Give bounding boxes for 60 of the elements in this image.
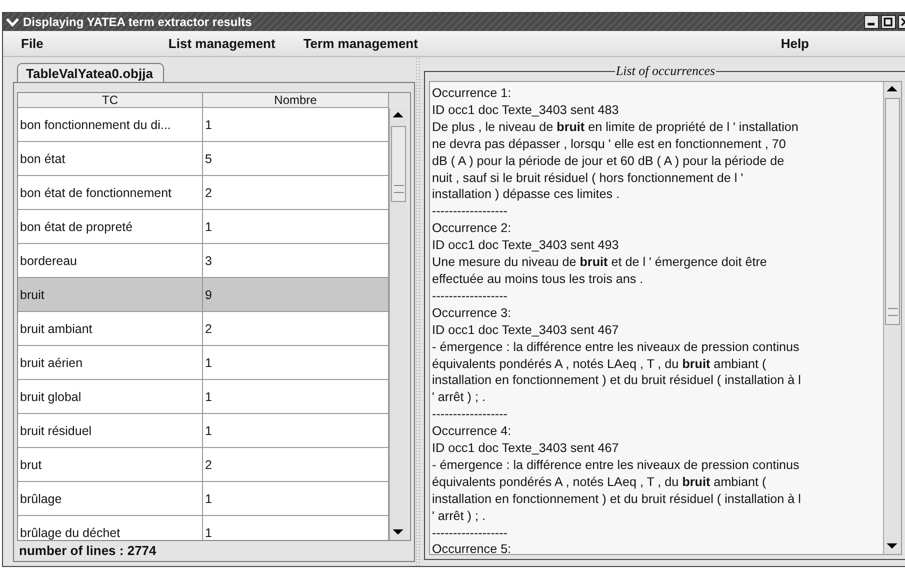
scrollbar[interactable]	[883, 82, 901, 554]
occurrence-id: ID occ1 doc Texte_3403 sent 467	[432, 322, 620, 339]
separator-line: ------------------	[432, 203, 508, 220]
table-cell[interactable]: 2	[203, 312, 389, 346]
window-title: Displaying YATEA term extractor results	[23, 15, 252, 29]
table-cell[interactable]: bon fonctionnement du di...	[18, 108, 203, 142]
line-count: number of lines : 2774	[18, 542, 158, 558]
table-cell[interactable]: 2	[203, 176, 389, 210]
table-cell[interactable]: 5	[203, 142, 389, 176]
occurrence-id: ID occ1 doc Texte_3403 sent 493	[432, 237, 620, 254]
occurrence-sentence: Une mesure du niveau de bruit et de l ' émergence doit être effectuée au moins tous les trois ans .	[432, 254, 768, 288]
occurrence-heading: Occurrence 2:	[432, 220, 512, 238]
occurrence-id: ID occ1 doc Texte_3403 sent 483	[432, 102, 620, 119]
menu-item[interactable]: Help	[780, 34, 809, 53]
table-cell[interactable]: 1	[203, 414, 389, 448]
scrollbar[interactable]	[389, 108, 407, 540]
panel-title: List of occurrences	[614, 63, 716, 79]
table-cell[interactable]: 2	[203, 448, 389, 482]
table-cell[interactable]: brûlage du déchet	[18, 516, 203, 540]
menu-item[interactable]: List management	[168, 34, 276, 53]
table-cell[interactable]: 1	[203, 516, 389, 540]
menu-item[interactable]: Term management	[303, 34, 418, 53]
table-cell[interactable]: bruit ambiant	[18, 312, 203, 346]
table-cell[interactable]: 1	[203, 210, 389, 244]
table-cell[interactable]: 9	[203, 278, 389, 312]
table-cell[interactable]: brûlage	[18, 482, 203, 516]
table-cell[interactable]: brut	[18, 448, 203, 482]
table-cell[interactable]: 1	[203, 346, 389, 380]
minimize-button[interactable]	[864, 15, 879, 29]
table-cell[interactable]: bruit	[18, 278, 203, 312]
table-cell[interactable]: bruit global	[18, 380, 203, 414]
table-cell[interactable]: 3	[203, 244, 389, 278]
table-cell[interactable]: bon état de fonctionnement	[18, 176, 203, 210]
maximize-button[interactable]	[881, 15, 896, 29]
occurrence-heading: Occurrence 4:	[432, 423, 512, 440]
column-header[interactable]: Nombre	[203, 93, 389, 108]
table-cell[interactable]: bon état de propreté	[18, 210, 203, 244]
scroll-thumb[interactable]	[391, 126, 406, 202]
table-cell[interactable]: 1	[203, 108, 389, 142]
chevron-down-icon[interactable]	[6, 16, 19, 28]
table-cell[interactable]: bordereau	[18, 244, 203, 278]
scroll-thumb[interactable]	[885, 98, 900, 325]
separator-line: ------------------	[432, 406, 508, 424]
table-cell[interactable]: bon état	[18, 142, 203, 176]
occurrence-sentence: De plus , le niveau de bruit en limite de propriété de l ' installation ne devra pas dépasser , lorsqu ' elle est en fonctionnement , 70 dB ( A ) pour la période de jour et 60 dB ( A ) pour la période de nuit , sauf si le bruit résiduel ( hors fonctionnement de l ' installation ) dépasse ces limites .	[432, 118, 800, 204]
table-cell[interactable]: 1	[203, 482, 389, 516]
separator-line: ------------------	[432, 524, 508, 542]
column-header[interactable]: TC	[18, 93, 203, 108]
tab[interactable]: TableValYatea0.objja	[17, 63, 164, 82]
table-cell[interactable]: bruit aérien	[18, 346, 203, 380]
menu-item[interactable]: File	[21, 34, 44, 53]
occurrence-heading: Occurrence 5:	[432, 541, 512, 554]
occurrence-heading: Occurrence 3:	[432, 304, 512, 322]
table-cell[interactable]: bruit résiduel	[18, 414, 203, 448]
table-cell[interactable]: 1	[203, 380, 389, 414]
separator-line: ------------------	[432, 288, 508, 305]
occurrence-sentence: - émergence : la différence entre les niveaux de pression continus équivalents pondérés A , notés LAeq , T , du bruit ambiant ( installation en fonctionnement ) et du bruit résiduel ( installation à l ' arrêt ) ; .	[432, 338, 802, 406]
occurrence-id: ID occ1 doc Texte_3403 sent 467	[432, 440, 620, 457]
occurrence-heading: Occurrence 1:	[432, 85, 512, 102]
occurrence-sentence: - émergence : la différence entre les niveaux de pression continus équivalents pondérés A , notés LAeq , T , du bruit ambiant ( installation en fonctionnement ) et du bruit résiduel ( installation à l ' arrêt ) ; .	[432, 456, 802, 525]
